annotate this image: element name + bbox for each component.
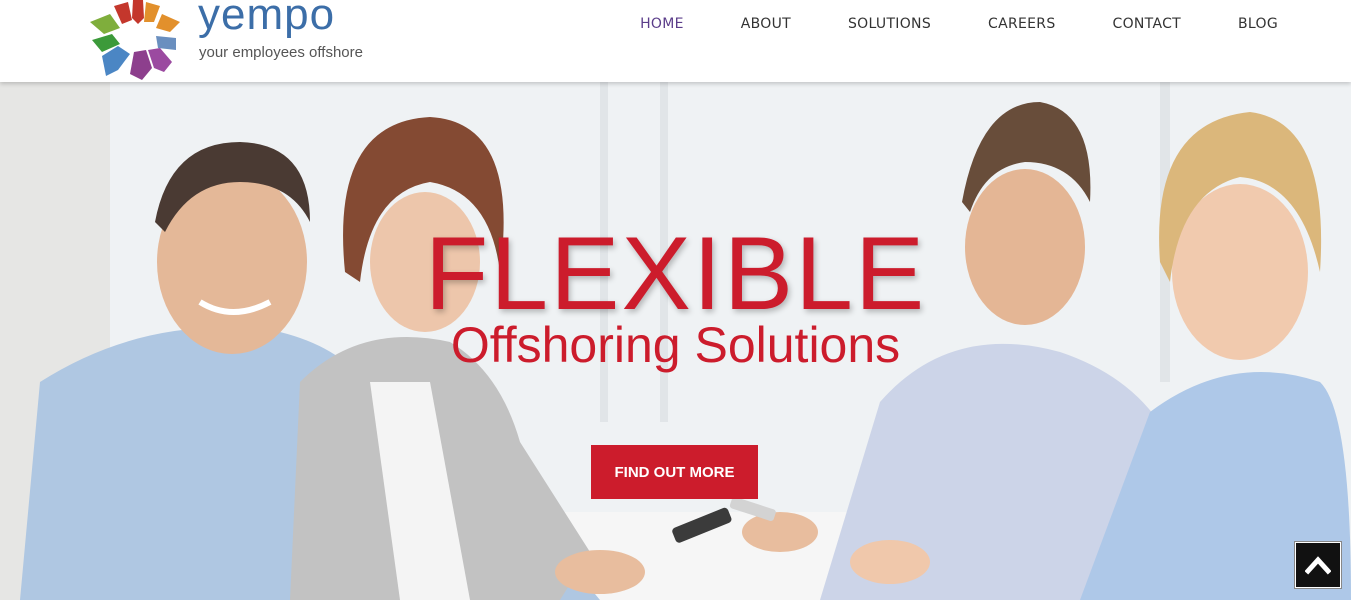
chevron-up-icon xyxy=(1305,556,1331,575)
find-out-more-button[interactable]: FIND OUT MORE xyxy=(591,445,758,499)
nav-item-solutions[interactable]: SOLUTIONS xyxy=(848,16,931,32)
nav-item-about[interactable]: ABOUT xyxy=(741,16,791,32)
logo-tagline: your employees offshore xyxy=(199,44,363,61)
hero-title: FLEXIBLE xyxy=(424,216,927,332)
back-to-top-button[interactable] xyxy=(1295,542,1341,588)
site-header: yempo your employees offshore HOME ABOUT… xyxy=(0,0,1351,82)
nav-item-blog[interactable]: BLOG xyxy=(1238,16,1278,32)
main-nav: HOME ABOUT SOLUTIONS CAREERS CONTACT BLO… xyxy=(640,0,1278,48)
nav-item-home[interactable]: HOME xyxy=(640,16,684,32)
hero-section: FLEXIBLE Offshoring Solutions FIND OUT M… xyxy=(0,82,1351,600)
logo-wordmark: yempo xyxy=(198,0,336,39)
logo-flower-icon xyxy=(90,0,180,80)
hero-subtitle: Offshoring Solutions xyxy=(450,317,901,373)
nav-item-careers[interactable]: CAREERS xyxy=(988,16,1056,32)
nav-item-contact[interactable]: CONTACT xyxy=(1113,16,1182,32)
brand-logo[interactable]: yempo your employees offshore xyxy=(88,0,378,80)
